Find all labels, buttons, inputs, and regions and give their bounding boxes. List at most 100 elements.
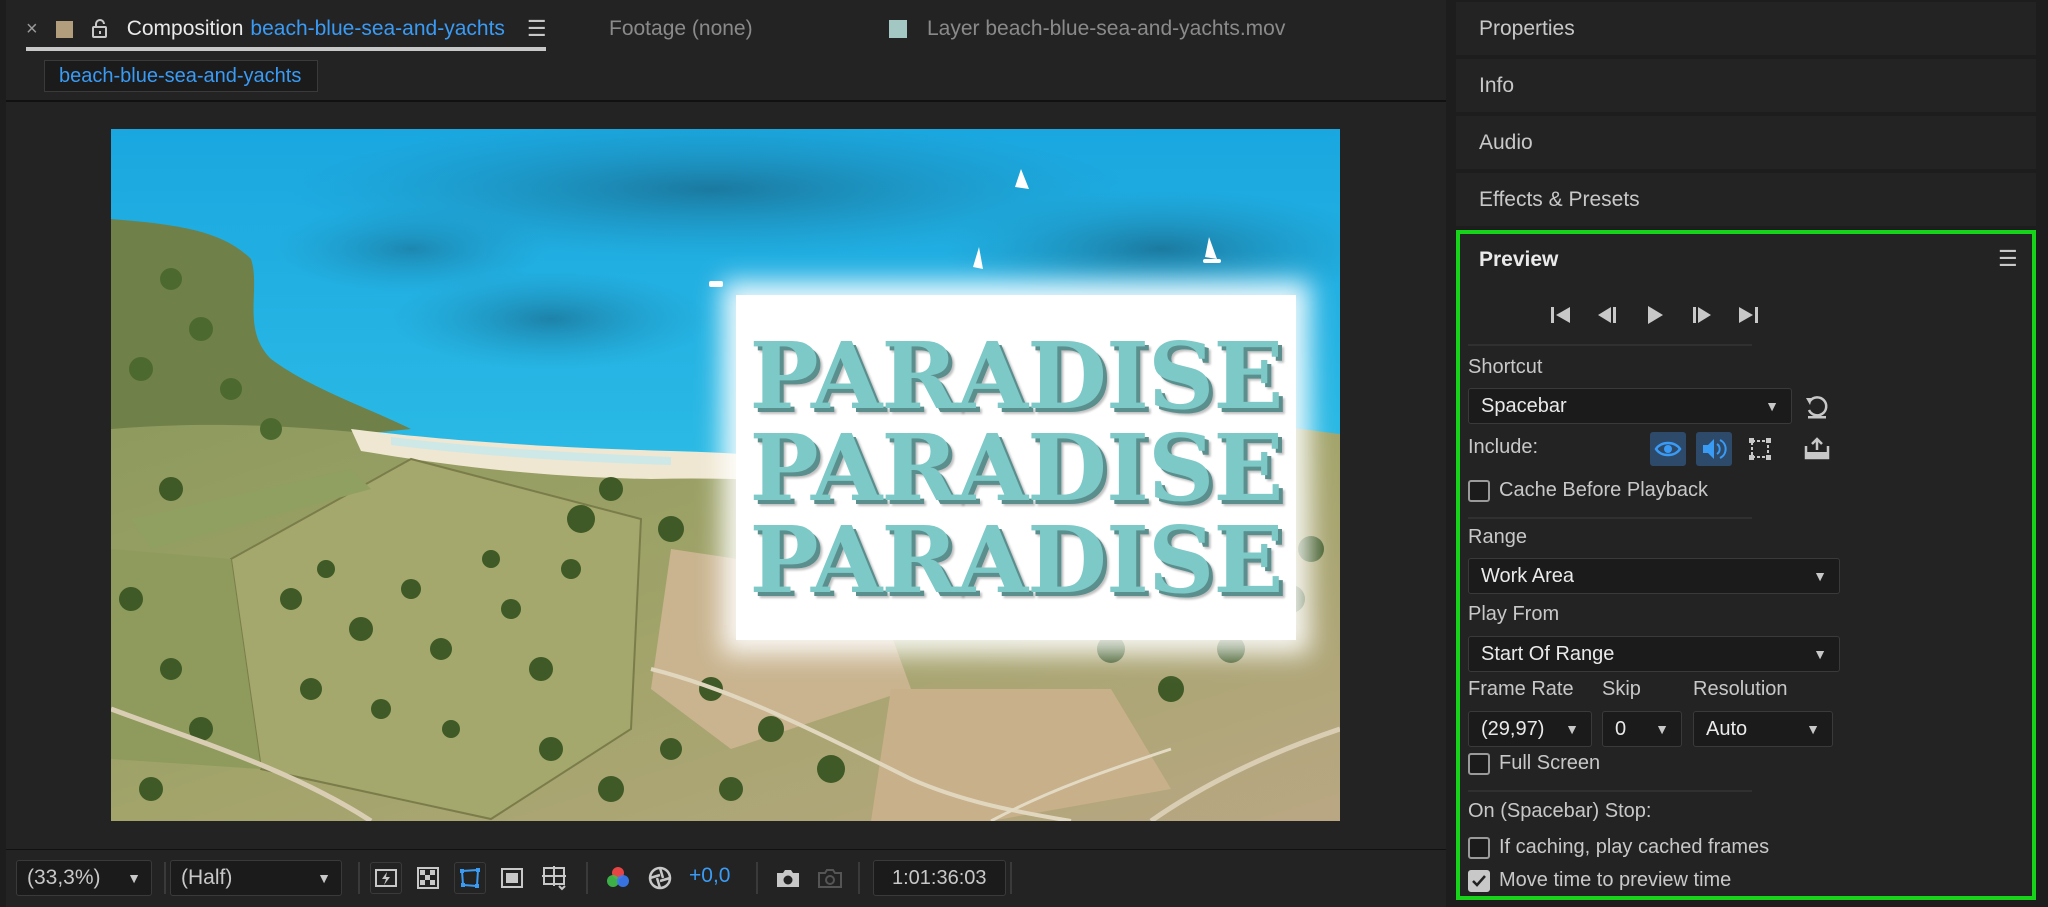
close-icon[interactable]: × xyxy=(26,18,38,41)
tab-layer-label: Layer beach-blue-sea-and-yachts.mov xyxy=(927,17,1286,40)
resolution-value: (Half) xyxy=(181,866,233,889)
resolution-dropdown[interactable]: Auto ▼ xyxy=(1693,711,1833,747)
title-line-3: PARADISE xyxy=(749,505,1283,614)
show-snapshot-icon[interactable] xyxy=(814,862,846,894)
toolbar-divider xyxy=(1010,862,1012,894)
skip-dropdown[interactable]: 0 ▼ xyxy=(1602,711,1682,747)
frame-rate-value: (29,97) xyxy=(1481,717,1545,740)
cache-before-playback-checkbox[interactable]: Cache Before Playback xyxy=(1468,479,1708,502)
toolbar-divider xyxy=(358,862,360,894)
tab-composition-prefix: Composition xyxy=(126,17,244,40)
shortcut-dropdown[interactable]: Spacebar ▼ xyxy=(1468,388,1792,424)
panel-info[interactable]: Info xyxy=(1456,59,2036,112)
title-line-2: PARADISE xyxy=(749,413,1283,522)
shortcut-label: Shortcut xyxy=(1468,356,1543,378)
output-to-icon[interactable] xyxy=(1799,432,1835,466)
range-label: Range xyxy=(1468,526,1527,548)
tab-layer[interactable]: Layer beach-blue-sea-and-yachts.mov xyxy=(889,14,1285,44)
region-of-interest-icon[interactable] xyxy=(496,862,528,894)
play-from-value: Start Of Range xyxy=(1481,642,1615,665)
composition-tab-bar: × Composition beach-blue-sea-and-yachts … xyxy=(6,0,1446,56)
first-frame-icon[interactable] xyxy=(1544,300,1578,330)
divider xyxy=(1468,790,1752,792)
toolbar-divider xyxy=(756,862,758,894)
if-caching-label: If caching, play cached frames xyxy=(1499,836,1770,858)
chevron-down-icon: ▼ xyxy=(1565,721,1579,737)
if-caching-checkbox[interactable]: If caching, play cached frames xyxy=(1468,836,1769,859)
chevron-down-icon: ▼ xyxy=(1813,568,1827,584)
include-overlays-icon[interactable] xyxy=(1742,432,1778,466)
panel-properties[interactable]: Properties xyxy=(1456,2,2036,55)
full-screen-label: Full Screen xyxy=(1499,752,1601,774)
title-line-1: PARADISE xyxy=(749,321,1283,430)
composition-panel: × Composition beach-blue-sea-and-yachts … xyxy=(6,0,1446,907)
composition-breadcrumb[interactable]: beach-blue-sea-and-yachts xyxy=(44,60,319,92)
frame-rate-dropdown[interactable]: (29,97) ▼ xyxy=(1468,711,1592,747)
move-time-checkbox[interactable]: Move time to preview time xyxy=(1468,869,1731,892)
cache-before-playback-label: Cache Before Playback xyxy=(1499,479,1709,501)
reset-shortcut-icon[interactable] xyxy=(1799,390,1835,424)
next-frame-icon[interactable] xyxy=(1685,300,1719,330)
fast-previews-icon[interactable] xyxy=(370,862,402,894)
range-dropdown[interactable]: Work Area ▼ xyxy=(1468,558,1840,594)
composition-viewer[interactable]: PARADISE PARADISE PARADISE xyxy=(6,104,1446,849)
current-time-display[interactable]: 1:01:36:03 xyxy=(873,860,1006,896)
on-stop-label: On (Spacebar) Stop: xyxy=(1468,800,1652,822)
tab-composition[interactable]: × Composition beach-blue-sea-and-yachts … xyxy=(26,14,547,44)
active-tab-indicator xyxy=(26,47,546,51)
include-audio-speaker-icon[interactable] xyxy=(1696,432,1732,466)
panel-menu-icon[interactable]: ☰ xyxy=(1998,246,2018,272)
skip-value: 0 xyxy=(1615,717,1627,740)
exposure-value[interactable]: +0,0 xyxy=(689,864,730,888)
transport-controls xyxy=(1544,300,1766,330)
skip-label: Skip xyxy=(1602,678,1641,700)
divider xyxy=(1468,344,1752,346)
viewer-toolbar: (33,3%) ▼ (Half) ▼ +0,0 1:01:36:03 xyxy=(6,849,1446,907)
mask-visibility-icon[interactable] xyxy=(454,862,486,894)
snapshot-camera-icon[interactable] xyxy=(772,862,804,894)
play-from-dropdown[interactable]: Start Of Range ▼ xyxy=(1468,636,1840,672)
chevron-down-icon: ▼ xyxy=(1806,721,1820,737)
shortcut-value: Spacebar xyxy=(1481,394,1567,417)
chevron-down-icon: ▼ xyxy=(1765,398,1779,414)
layer-color-swatch xyxy=(889,20,907,38)
panel-menu-icon[interactable]: ☰ xyxy=(527,16,547,42)
preview-title: Preview xyxy=(1479,248,1559,271)
magnification-dropdown[interactable]: (33,3%) ▼ xyxy=(16,860,152,896)
right-panel-column: Properties Info Audio Effects & Presets … xyxy=(1456,0,2048,907)
resolution-dropdown[interactable]: (Half) ▼ xyxy=(170,860,342,896)
panel-effects-presets[interactable]: Effects & Presets xyxy=(1456,173,2036,226)
range-value: Work Area xyxy=(1481,564,1574,587)
magnification-value: (33,3%) xyxy=(27,866,101,889)
move-time-label: Move time to preview time xyxy=(1499,869,1732,891)
checkbox[interactable] xyxy=(1468,752,1490,775)
tab-footage[interactable]: Footage (none) xyxy=(609,14,753,44)
divider xyxy=(1468,517,1752,519)
play-from-label: Play From xyxy=(1468,603,1560,625)
toolbar-divider xyxy=(164,862,166,894)
include-label: Include: xyxy=(1468,436,1539,458)
chevron-down-icon: ▼ xyxy=(1655,721,1669,737)
checkbox[interactable] xyxy=(1468,479,1490,502)
chevron-down-icon: ▼ xyxy=(127,870,141,886)
preview-panel: Preview ☰ Shortcut Spacebar ▼ Include: C… xyxy=(1456,230,2036,900)
transparency-grid-icon[interactable] xyxy=(412,862,444,894)
play-icon[interactable] xyxy=(1638,300,1672,330)
include-video-eye-icon[interactable] xyxy=(1650,432,1686,466)
full-screen-checkbox[interactable]: Full Screen xyxy=(1468,752,1600,775)
composition-navigator-bar: beach-blue-sea-and-yachts xyxy=(6,56,1446,102)
lock-icon[interactable] xyxy=(89,18,111,40)
panel-audio[interactable]: Audio xyxy=(1456,116,2036,169)
previous-frame-icon[interactable] xyxy=(1591,300,1625,330)
toolbar-divider xyxy=(858,862,860,894)
reset-exposure-icon[interactable] xyxy=(644,862,676,894)
title-card: PARADISE PARADISE PARADISE xyxy=(736,295,1296,640)
checkbox[interactable] xyxy=(1468,869,1490,892)
grid-and-guides-icon[interactable] xyxy=(538,862,570,894)
checkbox[interactable] xyxy=(1468,836,1490,859)
tab-composition-name: beach-blue-sea-and-yachts xyxy=(250,17,505,40)
composition-frame[interactable]: PARADISE PARADISE PARADISE xyxy=(111,129,1340,821)
color-channels-icon[interactable] xyxy=(602,862,634,894)
last-frame-icon[interactable] xyxy=(1732,300,1766,330)
checkmark-icon xyxy=(1472,874,1486,887)
